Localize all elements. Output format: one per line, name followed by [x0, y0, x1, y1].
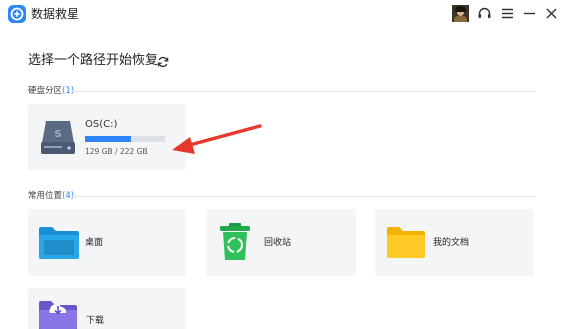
drive-usage-bar [85, 136, 165, 142]
close-icon[interactable] [543, 5, 560, 22]
drive-size: 129 GB / 222 GB [85, 147, 148, 156]
svg-text:S: S [54, 129, 61, 140]
headset-icon[interactable] [476, 5, 493, 22]
location-card-recycle-bin[interactable]: 回收站 [206, 209, 356, 276]
refresh-icon[interactable] [156, 54, 170, 68]
location-label-recycle-bin: 回收站 [264, 238, 292, 248]
app-title: 数据救星 [31, 7, 80, 21]
user-avatar[interactable] [452, 5, 469, 22]
location-label-documents: 我的文档 [433, 238, 470, 248]
recycle-bin-icon [220, 223, 250, 260]
page-heading: 选择一个路径开始恢复 [28, 53, 159, 68]
divider [72, 196, 536, 197]
desktop-folder-icon [39, 227, 79, 259]
common-section-label: 常用位置(4) [28, 191, 75, 201]
hard-drive-icon: S [41, 121, 75, 154]
downloads-folder-icon [39, 301, 77, 329]
location-card-desktop[interactable]: 桌面 [28, 209, 186, 276]
app-logo-icon [8, 5, 26, 23]
menu-icon[interactable] [499, 5, 516, 22]
drive-name: OS(C:) [85, 119, 118, 130]
drive-usage-fill [85, 136, 132, 142]
minimize-icon[interactable] [521, 5, 538, 22]
documents-folder-icon [387, 227, 425, 258]
red-arrow-annotation [172, 124, 262, 154]
location-label-downloads: 下载 [86, 316, 105, 326]
location-card-documents[interactable]: 我的文档 [375, 209, 534, 276]
partitions-section-label: 硬盘分区(1) [28, 86, 75, 96]
divider [72, 91, 536, 92]
location-label-desktop: 桌面 [85, 238, 104, 248]
title-bar: 数据救星 [0, 0, 570, 28]
location-card-downloads[interactable]: 下载 [28, 288, 186, 329]
